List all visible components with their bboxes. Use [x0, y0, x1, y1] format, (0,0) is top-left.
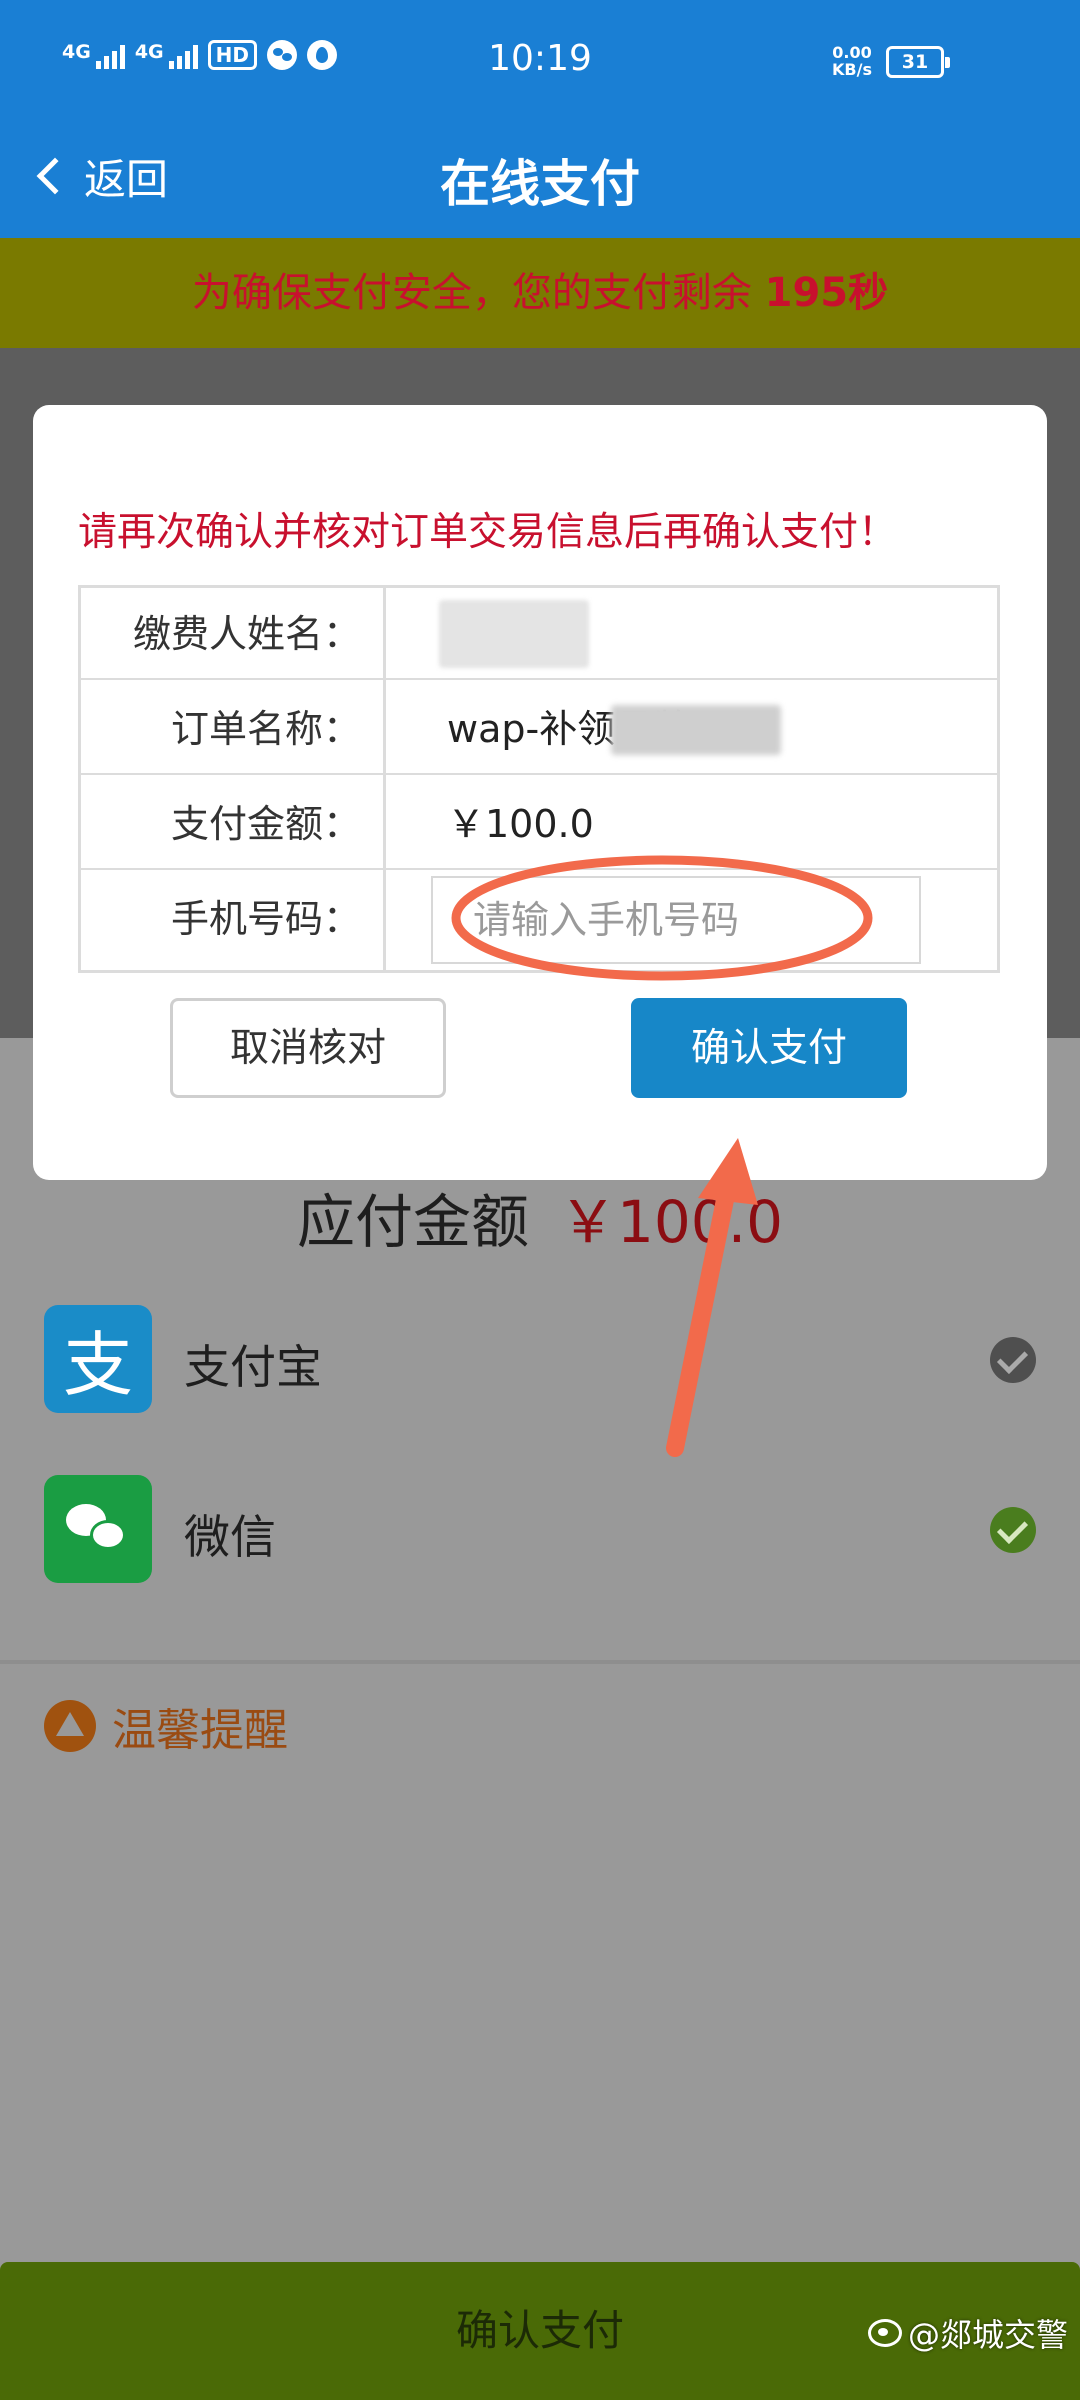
table-row-order-name: 订单名称： wap-补领号牌 [81, 683, 997, 775]
page-title: 在线支付 [440, 155, 640, 213]
order-info-table: 缴费人姓名： 订单名称： wap-补领号牌 支付金额： ￥100.0 手机号码： [78, 585, 1000, 973]
order-name-redaction [611, 705, 781, 755]
network-speed: 0.00 KB/s [832, 43, 872, 79]
total-label: 应付金额 [296, 1188, 529, 1256]
payment-option-label: 支付宝 [184, 1340, 322, 1394]
cancel-button[interactable]: 取消核对 [170, 998, 446, 1098]
section-divider [0, 1660, 1080, 1664]
timer-prefix: 为确保支付安全，您的支付剩余 [191, 270, 765, 316]
row-label: 支付金额： [170, 802, 361, 846]
warning-triangle-icon [44, 1700, 96, 1752]
reminder-heading: 温馨提醒 [44, 1694, 288, 1758]
nav-bar: 返回 在线支付 [0, 120, 1080, 238]
row-label: 手机号码： [170, 897, 361, 941]
payment-option-alipay[interactable]: 支 支付宝 [0, 1285, 1080, 1435]
reminder-label: 温馨提醒 [112, 1705, 288, 1756]
payment-option-wechat[interactable]: 微信 [0, 1455, 1080, 1605]
phone-number-input[interactable] [431, 876, 921, 964]
confirm-payment-dialog: 请再次确认并核对订单交易信息后再确认支付！ 缴费人姓名： 订单名称： wap-补… [33, 405, 1047, 1180]
weibo-watermark: @郯城交警 [867, 2310, 1068, 2356]
battery-icon: 31 [886, 46, 950, 78]
timer-seconds: 195秒 [764, 270, 889, 316]
confirm-payment-button[interactable]: 确认支付 [631, 998, 907, 1098]
payment-timer-banner: 为确保支付安全，您的支付剩余 195秒 [0, 238, 1080, 348]
check-circle-icon[interactable] [990, 1337, 1036, 1383]
table-row-phone: 手机号码： [81, 873, 997, 965]
payment-option-label: 微信 [184, 1510, 276, 1564]
row-label: 订单名称： [170, 707, 361, 751]
row-label: 缴费人姓名： [132, 612, 361, 656]
weibo-icon [867, 2319, 902, 2347]
check-circle-icon-selected[interactable] [990, 1507, 1036, 1553]
table-row-amount: 支付金额： ￥100.0 [81, 778, 997, 870]
status-bar: 4G 4G HD 10:19 0.00 KB/s 31 [0, 0, 1080, 120]
alipay-icon: 支 [44, 1305, 152, 1413]
total-value: ￥100.0 [558, 1188, 784, 1256]
payer-name-redacted [439, 600, 589, 668]
table-row-payer-name: 缴费人姓名： [81, 588, 997, 680]
watermark-text: @郯城交警 [907, 2316, 1068, 2354]
amount-value: ￥100.0 [447, 802, 594, 846]
wechat-icon [44, 1475, 152, 1583]
dialog-warning: 请再次确认并核对订单交易信息后再确认支付！ [78, 510, 898, 555]
total-amount: 应付金额 ￥100.0 [0, 1175, 1080, 1259]
